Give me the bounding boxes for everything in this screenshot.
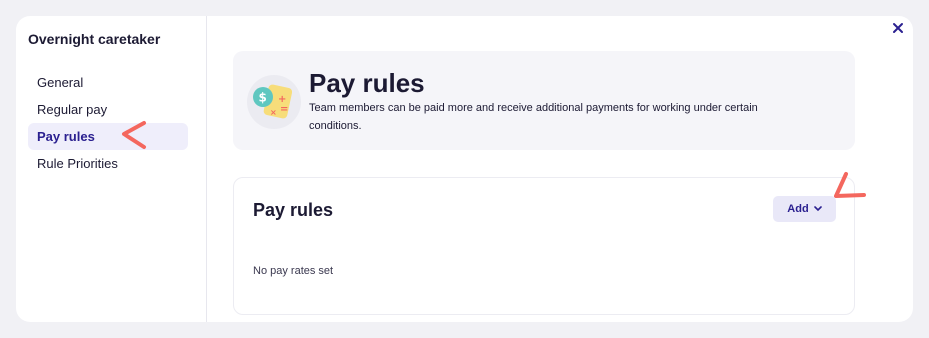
close-icon[interactable]	[890, 22, 906, 38]
page-title: Pay rules	[309, 68, 425, 98]
calculator-coin-icon: + = × $	[247, 75, 301, 129]
chevron-down-icon	[813, 203, 822, 215]
add-button-label: Add	[787, 203, 809, 215]
add-button[interactable]: Add	[773, 196, 836, 222]
svg-text:$: $	[259, 91, 267, 105]
sidebar-title: Overnight caretaker	[28, 31, 161, 47]
pay-rules-card: Pay rules Add No pay rates set	[233, 177, 855, 315]
sidebar: Overnight caretaker General Regular pay …	[16, 16, 207, 322]
modal: Overnight caretaker General Regular pay …	[16, 16, 913, 322]
sidebar-item-regular-pay[interactable]: Regular pay	[28, 96, 188, 123]
page-header: + = × $ Pay rules Team members can be pa…	[233, 51, 855, 150]
sidebar-nav: General Regular pay Pay rules Rule Prior…	[28, 69, 188, 177]
card-title: Pay rules	[253, 200, 334, 220]
annotation-arrow-icon	[122, 121, 146, 149]
annotation-arrow-icon	[834, 172, 866, 198]
sidebar-item-general[interactable]: General	[28, 69, 188, 96]
svg-text:×: ×	[270, 108, 277, 117]
sidebar-item-rule-priorities[interactable]: Rule Priorities	[28, 150, 188, 177]
page-description: Team members can be paid more and receiv…	[309, 102, 758, 132]
svg-text:=: =	[280, 104, 288, 115]
empty-state-text: No pay rates set	[253, 265, 334, 277]
sidebar-item-pay-rules[interactable]: Pay rules	[28, 123, 188, 150]
